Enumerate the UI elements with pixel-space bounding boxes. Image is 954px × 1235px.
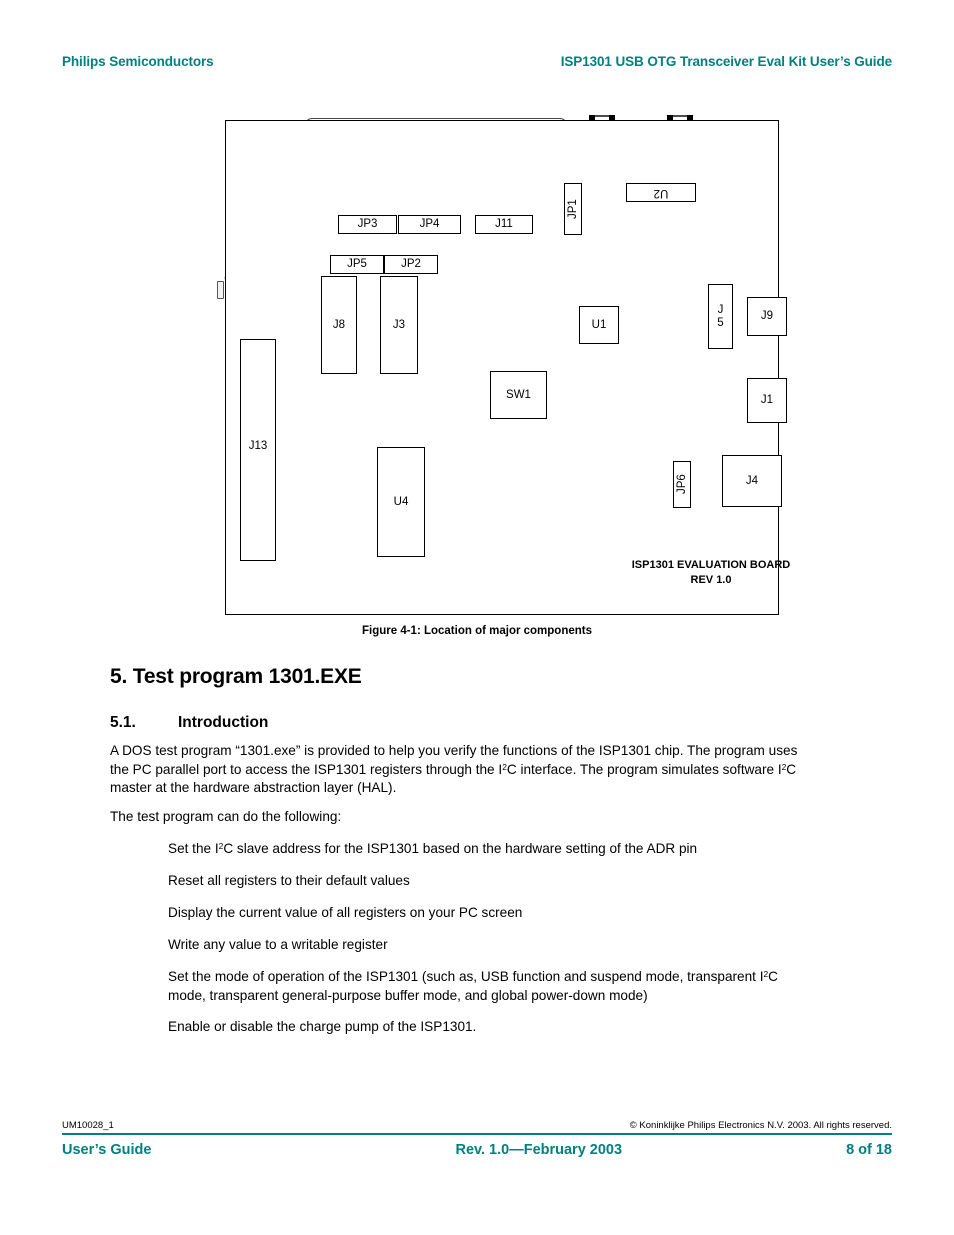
footer-page-number: 8 of 18 bbox=[846, 1142, 892, 1158]
component-jp6: JP6 bbox=[673, 461, 691, 508]
connector-j12-trace bbox=[224, 276, 275, 298]
connector-j6-label: J6 bbox=[617, 136, 630, 148]
component-jp3: JP3 bbox=[338, 215, 397, 234]
component-j5: J 5 bbox=[708, 284, 733, 349]
component-j13: J13 bbox=[240, 339, 276, 561]
list-item: Enable or disable the charge pump of the… bbox=[168, 1018, 818, 1037]
footer-document-id: UM10028_1 bbox=[62, 1120, 114, 1131]
component-j3: J3 bbox=[380, 276, 418, 374]
component-u2: U2 bbox=[626, 183, 696, 202]
subsection-number: 5.1. bbox=[110, 714, 136, 731]
component-j11: J11 bbox=[475, 215, 533, 234]
list-item-text-part-1: Enable or disable the charge pump of the… bbox=[168, 1019, 477, 1034]
footer-guide-label: User’s Guide bbox=[62, 1142, 152, 1158]
list-item-text-part-1: Set the mode of operation of the ISP1301… bbox=[168, 969, 764, 984]
component-jp2: JP2 bbox=[384, 255, 438, 274]
footer-top-row: UM10028_1 © Koninklijke Philips Electron… bbox=[62, 1120, 892, 1133]
connector-j10-shell bbox=[305, 118, 567, 166]
list-item-text-part-1: Set the I bbox=[168, 841, 219, 856]
lead-in-paragraph: The test program can do the following: bbox=[110, 809, 342, 824]
board-silkscreen-title: ISP1301 EVALUATION BOARD REV 1.0 bbox=[631, 559, 791, 586]
component-j9: J9 bbox=[747, 297, 787, 336]
evaluation-board-outline: U2 JP1 JP3 JP4 J11 JP5 JP2 J8 J3 U1 J 5 … bbox=[225, 120, 790, 615]
component-jp1: JP1 bbox=[564, 183, 582, 235]
list-item-text-part-1: Display the current value of all registe… bbox=[168, 905, 523, 920]
section-heading: 5. Test program 1301.EXE bbox=[110, 665, 362, 688]
header-right-title: ISP1301 USB OTG Transceiver Eval Kit Use… bbox=[560, 54, 892, 69]
connector-j10-label: J10 bbox=[424, 168, 443, 180]
component-j8: J8 bbox=[321, 276, 357, 374]
list-item-text-part-1: Reset all registers to their default val… bbox=[168, 873, 410, 888]
list-item-text-part-2: C slave address for the ISP1301 based on… bbox=[223, 841, 698, 856]
intro-paragraph: A DOS test program “1301.exe” is provide… bbox=[110, 742, 815, 798]
footer-bottom-row: User’s Guide Rev. 1.0—February 2003 8 of… bbox=[62, 1142, 892, 1158]
connector-j10-trapezoid bbox=[332, 125, 540, 162]
page-header: Philips Semiconductors ISP1301 USB OTG T… bbox=[62, 54, 892, 69]
component-u1: U1 bbox=[579, 306, 619, 344]
list-item: Display the current value of all registe… bbox=[168, 904, 818, 923]
footer-revision: Rev. 1.0—February 2003 bbox=[455, 1142, 623, 1158]
component-u4: U4 bbox=[377, 447, 425, 557]
subsection-heading: 5.1. Introduction bbox=[110, 714, 268, 732]
connector-j6-symbol bbox=[589, 115, 616, 163]
component-jp4: JP4 bbox=[398, 215, 461, 234]
list-item: Write any value to a writable register bbox=[168, 936, 818, 955]
connector-j12-label: J12 bbox=[230, 258, 249, 270]
list-item: Set the I2C slave address for the ISP130… bbox=[168, 840, 818, 859]
intro-text-part-2: C interface. The program simulates softw… bbox=[506, 761, 782, 777]
component-sw1: SW1 bbox=[490, 371, 547, 419]
list-item-text-part-1: Write any value to a writable register bbox=[168, 937, 388, 952]
footer-divider bbox=[62, 1133, 892, 1135]
header-left-title: Philips Semiconductors bbox=[62, 54, 214, 69]
list-item: Reset all registers to their default val… bbox=[168, 872, 818, 891]
component-jp5: JP5 bbox=[330, 255, 384, 274]
footer-copyright: © Koninklijke Philips Electronics N.V. 2… bbox=[629, 1120, 892, 1131]
list-item: Set the mode of operation of the ISP1301… bbox=[168, 968, 818, 1005]
component-j4: J4 bbox=[722, 455, 782, 507]
figure-location-of-major-components: J10 J6 J7 J12 U2 JP1 JP3 JP4 J11 JP5 JP2… bbox=[0, 0, 954, 1235]
subsection-title: Introduction bbox=[178, 714, 269, 731]
figure-caption: Figure 4-1: Location of major components bbox=[361, 625, 593, 637]
connector-j7-label: J7 bbox=[695, 136, 708, 148]
connector-j7-symbol bbox=[667, 115, 694, 163]
component-j1: J1 bbox=[747, 378, 787, 423]
connector-j12-pin bbox=[217, 281, 224, 299]
page-footer: UM10028_1 © Koninklijke Philips Electron… bbox=[62, 1120, 892, 1158]
